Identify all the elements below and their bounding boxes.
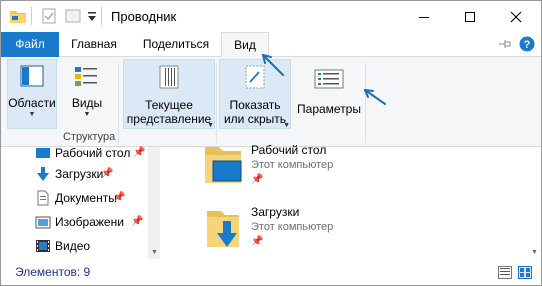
group-separator <box>365 63 366 143</box>
minimize-button[interactable] <box>401 1 447 32</box>
navigation-pane: Рабочий стол 📌 Загрузки 📌 Документы 📌 Из… <box>1 146 160 259</box>
explorer-window: Проводник Файл Главная Поделиться Вид ? <box>0 0 542 286</box>
pin-icon[interactable]: 📌 <box>251 236 263 247</box>
areas-label: Области <box>8 96 56 110</box>
areas-button[interactable]: Области ▼ <box>7 61 57 120</box>
maximize-button[interactable] <box>447 1 493 32</box>
tiles-view-button[interactable] <box>518 266 532 279</box>
item-name: Загрузки <box>251 205 300 219</box>
pin-icon[interactable]: 📌 <box>131 216 143 227</box>
content-area: Рабочий стол 📌 Загрузки 📌 Документы 📌 Из… <box>1 143 541 259</box>
nav-item-downloads[interactable]: Загрузки <box>35 163 103 185</box>
document-icon <box>35 190 51 206</box>
show-hide-icon <box>243 65 267 92</box>
group-separator <box>118 63 119 143</box>
picture-icon <box>35 214 51 230</box>
pin-icon[interactable]: 📌 <box>101 168 113 179</box>
options-icon <box>314 69 344 92</box>
show-hide-button[interactable]: Показать или скрыть ▼ <box>219 61 291 129</box>
nav-item-label: Видео <box>55 239 91 253</box>
list-item[interactable]: Рабочий стол Этот компьютер 📌 <box>201 143 501 193</box>
desktop-icon <box>35 145 51 161</box>
chevron-down-icon: ▼ <box>207 122 214 129</box>
nav-item-pictures[interactable]: Изображени <box>35 211 124 233</box>
svg-text:?: ? <box>524 39 531 51</box>
scroll-down-icon[interactable]: ▼ <box>151 249 158 256</box>
nav-item-label: Рабочий стол <box>55 146 131 160</box>
nav-item-label: Изображени <box>55 215 124 229</box>
pin-ribbon-icon[interactable] <box>498 38 512 53</box>
item-location: Этот компьютер <box>251 221 334 233</box>
main-scrollbar[interactable]: ▼ <box>529 147 541 259</box>
download-arrow-icon <box>35 166 51 182</box>
chevron-down-icon: ▼ <box>28 111 36 118</box>
current-view-label-1: Текущее <box>145 98 193 112</box>
current-view-label-2: представление <box>126 112 212 126</box>
file-list: Рабочий стол Этот компьютер 📌 Загрузки Э… <box>161 143 541 259</box>
divider <box>101 7 102 25</box>
properties-icon[interactable] <box>41 8 57 27</box>
scroll-down-icon[interactable]: ▼ <box>531 249 538 256</box>
views-label: Виды <box>71 96 103 110</box>
ribbon-tabs: Файл Главная Поделиться Вид ? <box>1 32 541 58</box>
desktop-folder-icon <box>201 143 245 190</box>
downloads-folder-icon <box>201 207 245 254</box>
item-location: Этот компьютер <box>251 159 334 171</box>
nav-scrollbar[interactable]: ▼ <box>148 147 160 259</box>
group-separator <box>216 63 217 143</box>
title-bar: Проводник <box>1 1 541 32</box>
nav-item-videos[interactable]: Видео <box>35 235 90 257</box>
video-icon <box>35 238 51 254</box>
tab-file[interactable]: Файл <box>1 32 59 57</box>
current-view-button[interactable]: Текущее представление ▼ <box>123 61 215 129</box>
item-name: Рабочий стол <box>251 143 327 157</box>
pin-icon[interactable]: 📌 <box>113 192 125 203</box>
divider <box>31 7 32 25</box>
options-label: Параметры <box>297 102 361 116</box>
nav-item-desktop[interactable]: Рабочий стол <box>35 142 130 164</box>
item-count: Элементов: 9 <box>15 265 91 279</box>
views-button[interactable]: Виды ▼ <box>65 61 109 120</box>
nav-item-label: Документы <box>55 191 117 205</box>
help-icon[interactable]: ? <box>519 36 535 55</box>
pin-icon[interactable]: 📌 <box>251 174 263 185</box>
options-button[interactable]: Параметры <box>295 61 363 116</box>
tab-share[interactable]: Поделиться <box>133 32 219 57</box>
chevron-down-icon: ▼ <box>83 111 91 118</box>
customize-toolbar-icon[interactable] <box>87 9 97 26</box>
status-bar: Элементов: 9 <box>1 259 541 285</box>
chevron-down-icon: ▼ <box>283 122 290 129</box>
ribbon-view: Области ▼ Виды ▼ Структура Текущее предс… <box>1 57 541 147</box>
nav-item-label: Загрузки <box>55 167 104 181</box>
list-item[interactable]: Загрузки Этот компьютер 📌 <box>201 205 501 255</box>
current-view-icon <box>157 65 181 92</box>
navigation-pane-icon <box>20 65 44 90</box>
window-title: Проводник <box>111 9 177 24</box>
layout-icon <box>73 65 101 90</box>
show-hide-label-1: Показать <box>229 98 281 112</box>
nav-item-documents[interactable]: Документы <box>35 187 117 209</box>
folder-icon[interactable] <box>9 8 27 27</box>
new-folder-icon[interactable] <box>65 8 81 27</box>
details-view-button[interactable] <box>498 266 512 279</box>
tab-home[interactable]: Главная <box>63 32 125 57</box>
pin-icon[interactable]: 📌 <box>133 147 145 158</box>
show-hide-label-2: или скрыть <box>223 112 287 126</box>
close-button[interactable] <box>493 1 539 32</box>
tab-view[interactable]: Вид <box>221 32 269 58</box>
